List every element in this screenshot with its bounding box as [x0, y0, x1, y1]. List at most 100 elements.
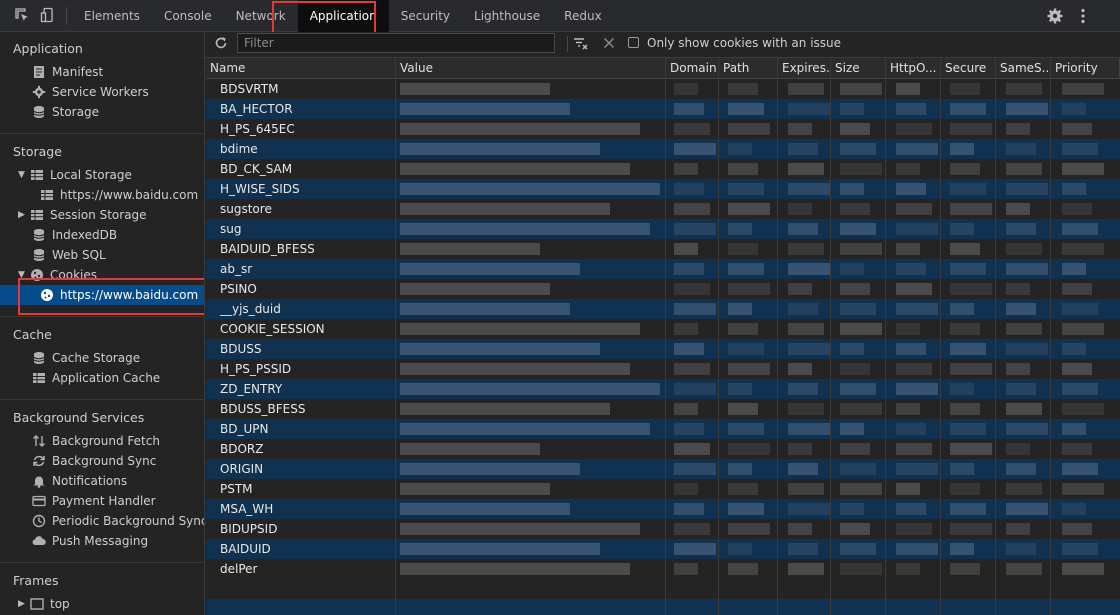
- redacted-attribute: [1062, 283, 1092, 295]
- table-row[interactable]: H_PS_645EC: [206, 119, 1120, 139]
- sidebar-item-application-cache[interactable]: Application Cache: [32, 368, 160, 388]
- sidebar-item-payment-handler[interactable]: Payment Handler: [32, 491, 156, 511]
- table-row[interactable]: ZD_ENTRY: [206, 379, 1120, 399]
- sidebar-item-indexeddb[interactable]: IndexedDB: [32, 225, 117, 245]
- cookie-name: BAIDUID_BFESS: [220, 242, 315, 256]
- tab-security[interactable]: Security: [389, 0, 462, 32]
- redacted-attribute: [1062, 543, 1098, 555]
- redacted-attribute: [728, 323, 758, 335]
- toolbar-divider: [66, 7, 67, 25]
- sidebar-item-manifest[interactable]: Manifest: [32, 62, 103, 82]
- table-row[interactable]: BDUSS_BFESS: [206, 399, 1120, 419]
- tab-lighthouse[interactable]: Lighthouse: [462, 0, 552, 32]
- table-row[interactable]: BDORZ: [206, 439, 1120, 459]
- redacted-attribute: [674, 123, 710, 135]
- sidebar-item-push-messaging[interactable]: Push Messaging: [32, 531, 148, 551]
- refresh-icon[interactable]: [214, 36, 228, 50]
- column-header[interactable]: SameS...: [996, 58, 1051, 79]
- table-row[interactable]: BAIDUID_BFESS: [206, 239, 1120, 259]
- column-divider: [885, 58, 886, 615]
- table-row[interactable]: sugstore: [206, 199, 1120, 219]
- sidebar-item-label: Payment Handler: [52, 494, 156, 508]
- sidebar-item-cookies-baidu[interactable]: https://www.baidu.com: [0, 285, 204, 305]
- table-row[interactable]: COOKIE_SESSION: [206, 319, 1120, 339]
- column-header[interactable]: Size: [831, 58, 886, 79]
- sidebar-item-background-fetch[interactable]: Background Fetch: [32, 431, 160, 451]
- column-header[interactable]: HttpO...: [886, 58, 941, 79]
- inspect-icon[interactable]: [14, 7, 30, 23]
- sidebar-item-notifications[interactable]: Notifications: [32, 471, 127, 491]
- filter-input[interactable]: [237, 33, 555, 53]
- redacted-attribute: [896, 443, 932, 455]
- sidebar-item-service-workers[interactable]: Service Workers: [32, 82, 149, 102]
- table-row[interactable]: sug: [206, 219, 1120, 239]
- column-header[interactable]: Expires...: [778, 58, 831, 79]
- column-header[interactable]: Priority: [1051, 58, 1120, 79]
- sidebar-item-periodic-background-sync[interactable]: Periodic Background Sync: [32, 511, 204, 531]
- up-down-arrows-icon: [32, 434, 46, 448]
- triangle-right-icon[interactable]: ▶: [18, 205, 26, 225]
- table-row[interactable]: BIDUPSID: [206, 519, 1120, 539]
- redacted-attribute: [674, 403, 698, 415]
- sidebar-item-cache-storage[interactable]: Cache Storage: [32, 348, 140, 368]
- table-row[interactable]: PSTM: [206, 479, 1120, 499]
- table-row[interactable]: ab_sr: [206, 259, 1120, 279]
- table-row[interactable]: BD_CK_SAM: [206, 159, 1120, 179]
- table-row[interactable]: delPer: [206, 559, 1120, 579]
- table-row[interactable]: BAIDUID: [206, 539, 1120, 559]
- sidebar-item-label: Storage: [52, 105, 99, 119]
- device-toolbar-icon[interactable]: [40, 7, 56, 23]
- redacted-attribute: [788, 323, 824, 335]
- redacted-attribute: [674, 263, 704, 275]
- sidebar-item-storage[interactable]: Storage: [32, 102, 99, 122]
- cookie-name: BIDUPSID: [220, 522, 278, 536]
- sidebar-item-local-storage[interactable]: ▼ Local Storage: [18, 165, 132, 185]
- grid-icon: [40, 188, 54, 202]
- table-row[interactable]: BD_UPN: [206, 419, 1120, 439]
- cookie-name: PSINO: [220, 282, 257, 296]
- sidebar-item-web-sql[interactable]: Web SQL: [32, 245, 106, 265]
- triangle-right-icon[interactable]: ▶: [18, 594, 26, 614]
- tab-elements[interactable]: Elements: [72, 0, 152, 32]
- kebab-menu-icon[interactable]: [1074, 7, 1092, 25]
- column-header[interactable]: Name: [206, 58, 396, 79]
- redacted-value: [400, 183, 660, 195]
- clear-filtered-cookies-icon[interactable]: [573, 36, 589, 52]
- redacted-attribute: [728, 303, 752, 315]
- sidebar-item-background-sync[interactable]: Background Sync: [32, 451, 156, 471]
- column-header[interactable]: Path: [719, 58, 778, 79]
- table-row[interactable]: PSINO: [206, 279, 1120, 299]
- tab-console[interactable]: Console: [152, 0, 224, 32]
- close-icon[interactable]: [602, 36, 616, 50]
- redacted-attribute: [840, 443, 870, 455]
- table-row[interactable]: bdime: [206, 139, 1120, 159]
- table-row[interactable]: __yjs_duid: [206, 299, 1120, 319]
- table-row[interactable]: H_PS_PSSID: [206, 359, 1120, 379]
- sidebar-item-local-storage-baidu[interactable]: https://www.baidu.com: [40, 185, 198, 205]
- column-header[interactable]: Value: [396, 58, 666, 79]
- tab-application[interactable]: Application: [297, 0, 389, 32]
- gear-icon[interactable]: [1046, 7, 1064, 25]
- table-row[interactable]: BDUSS: [206, 339, 1120, 359]
- redacted-attribute: [1062, 523, 1092, 535]
- triangle-down-icon[interactable]: ▼: [18, 265, 26, 285]
- table-row[interactable]: H_WISE_SIDS: [206, 179, 1120, 199]
- redacted-attribute: [674, 83, 698, 95]
- redacted-attribute: [1006, 523, 1030, 535]
- redacted-attribute: [728, 203, 770, 215]
- sidebar-item-frame-top[interactable]: ▶ top: [18, 594, 70, 614]
- sidebar-item-cookies[interactable]: ▼ Cookies: [18, 265, 97, 285]
- triangle-down-icon[interactable]: ▼: [18, 165, 26, 185]
- table-row[interactable]: BDSVRTM: [206, 79, 1120, 99]
- redacted-value: [400, 203, 610, 215]
- tab-network[interactable]: Network: [224, 0, 298, 32]
- redacted-attribute: [840, 523, 870, 535]
- only-issue-checkbox[interactable]: [628, 37, 639, 48]
- table-row[interactable]: ORIGIN: [206, 459, 1120, 479]
- table-row[interactable]: BA_HECTOR: [206, 99, 1120, 119]
- column-header[interactable]: Domain: [666, 58, 719, 79]
- sidebar-item-session-storage[interactable]: ▶ Session Storage: [18, 205, 147, 225]
- column-header[interactable]: Secure: [941, 58, 996, 79]
- table-row[interactable]: MSA_WH: [206, 499, 1120, 519]
- tab-redux[interactable]: Redux: [552, 0, 614, 32]
